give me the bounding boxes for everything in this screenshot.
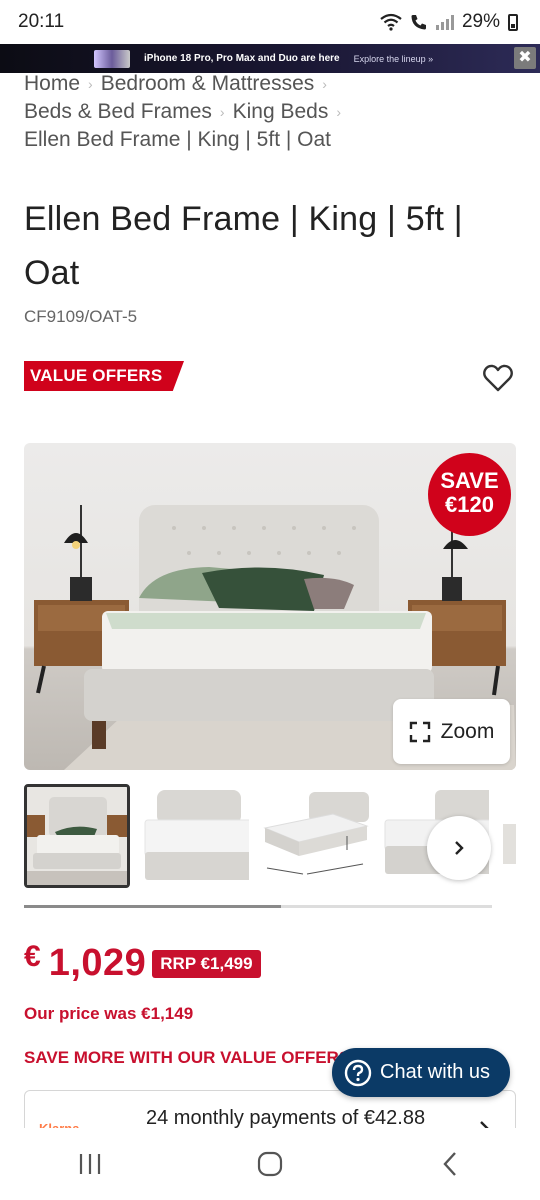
thumbnail-3[interactable] bbox=[263, 784, 369, 888]
wishlist-heart-icon[interactable] bbox=[482, 362, 514, 394]
thumbnail-image bbox=[27, 787, 127, 885]
thumbnail-2[interactable] bbox=[143, 784, 249, 888]
chat-with-us-button[interactable]: Chat with us bbox=[332, 1048, 510, 1097]
home-icon bbox=[257, 1151, 283, 1177]
breadcrumb-beds-frames[interactable]: Beds & Bed Frames bbox=[24, 100, 212, 123]
status-bar: 20:11 29% bbox=[0, 0, 540, 44]
signal-icon bbox=[435, 14, 454, 30]
back-button[interactable] bbox=[420, 1144, 480, 1184]
fullscreen-icon bbox=[409, 721, 430, 742]
gallery-scrollbar[interactable] bbox=[24, 905, 492, 908]
breadcrumb-king-beds[interactable]: King Beds bbox=[233, 100, 329, 123]
chat-label: Chat with us bbox=[380, 1061, 491, 1083]
ad-close-button[interactable]: ✖ bbox=[514, 47, 536, 69]
recent-apps-icon bbox=[79, 1154, 101, 1174]
ad-cta-link[interactable]: Explore the lineup » bbox=[354, 54, 434, 64]
thumbnail-1[interactable] bbox=[24, 784, 130, 888]
chevron-right-icon bbox=[455, 841, 464, 855]
ad-headline: iPhone 18 Pro, Pro Max and Duo are here bbox=[144, 53, 340, 64]
ad-phone-image bbox=[94, 49, 130, 68]
status-time: 20:11 bbox=[18, 11, 65, 32]
price-value: 1,029 bbox=[48, 942, 147, 984]
was-price: Our price was €1,149 bbox=[24, 1004, 194, 1023]
call-icon bbox=[411, 15, 426, 30]
breadcrumb-separator: › bbox=[88, 75, 93, 92]
breadcrumb-separator: › bbox=[336, 103, 341, 120]
thumbnail-image bbox=[263, 784, 369, 888]
product-title: Ellen Bed Frame | King | 5ft | Oat bbox=[24, 200, 463, 292]
thumbnail-5[interactable] bbox=[503, 784, 516, 888]
save-badge-amount: €120 bbox=[445, 492, 494, 517]
wifi-icon bbox=[380, 13, 402, 31]
recent-apps-button[interactable] bbox=[60, 1144, 120, 1184]
battery-percent: 29% bbox=[461, 11, 500, 32]
ad-banner[interactable]: iPhone 18 Pro, Pro Max and Duo are here … bbox=[0, 44, 540, 73]
breadcrumb-home[interactable]: Home bbox=[24, 72, 80, 95]
value-offers-heading: SAVE MORE WITH OUR VALUE OFFERS bbox=[24, 1048, 344, 1067]
thumbnail-next-button[interactable] bbox=[427, 816, 491, 880]
price-row: € 1,029 RRP €1,499 bbox=[24, 939, 261, 985]
value-offers-badge: VALUE OFFERS bbox=[24, 361, 184, 391]
breadcrumb: Home › Bedroom & Mattresses › Beds & Bed Fr… bbox=[24, 70, 524, 153]
gallery-scrollbar-thumb[interactable] bbox=[24, 905, 282, 908]
zoom-label: Zoom bbox=[440, 719, 495, 743]
question-icon bbox=[344, 1059, 372, 1086]
breadcrumb-bedroom-mattresses[interactable]: Bedroom & Mattresses bbox=[101, 72, 315, 95]
home-button[interactable] bbox=[240, 1144, 300, 1184]
thumbnail-image bbox=[503, 784, 516, 888]
breadcrumb-separator: › bbox=[322, 75, 327, 92]
payment-plan-text: 24 monthly payments of €42.88 bbox=[146, 1107, 426, 1129]
product-sku: CF9109/OAT-5 bbox=[24, 307, 138, 326]
thumbnail-image bbox=[143, 784, 249, 888]
battery-icon bbox=[508, 13, 518, 31]
rrp-badge: RRP €1,499 bbox=[152, 949, 261, 978]
back-icon bbox=[443, 1152, 456, 1176]
zoom-button[interactable]: Zoom bbox=[393, 699, 510, 764]
save-badge: SAVE €120 bbox=[428, 453, 511, 536]
breadcrumb-separator: › bbox=[219, 103, 225, 120]
system-nav-bar bbox=[0, 1128, 540, 1200]
price-currency: € bbox=[24, 939, 41, 973]
breadcrumb-current: Ellen Bed Frame | King | 5ft | Oat bbox=[24, 127, 332, 151]
save-badge-label: SAVE bbox=[440, 468, 499, 493]
status-icons: 29% bbox=[380, 11, 518, 33]
